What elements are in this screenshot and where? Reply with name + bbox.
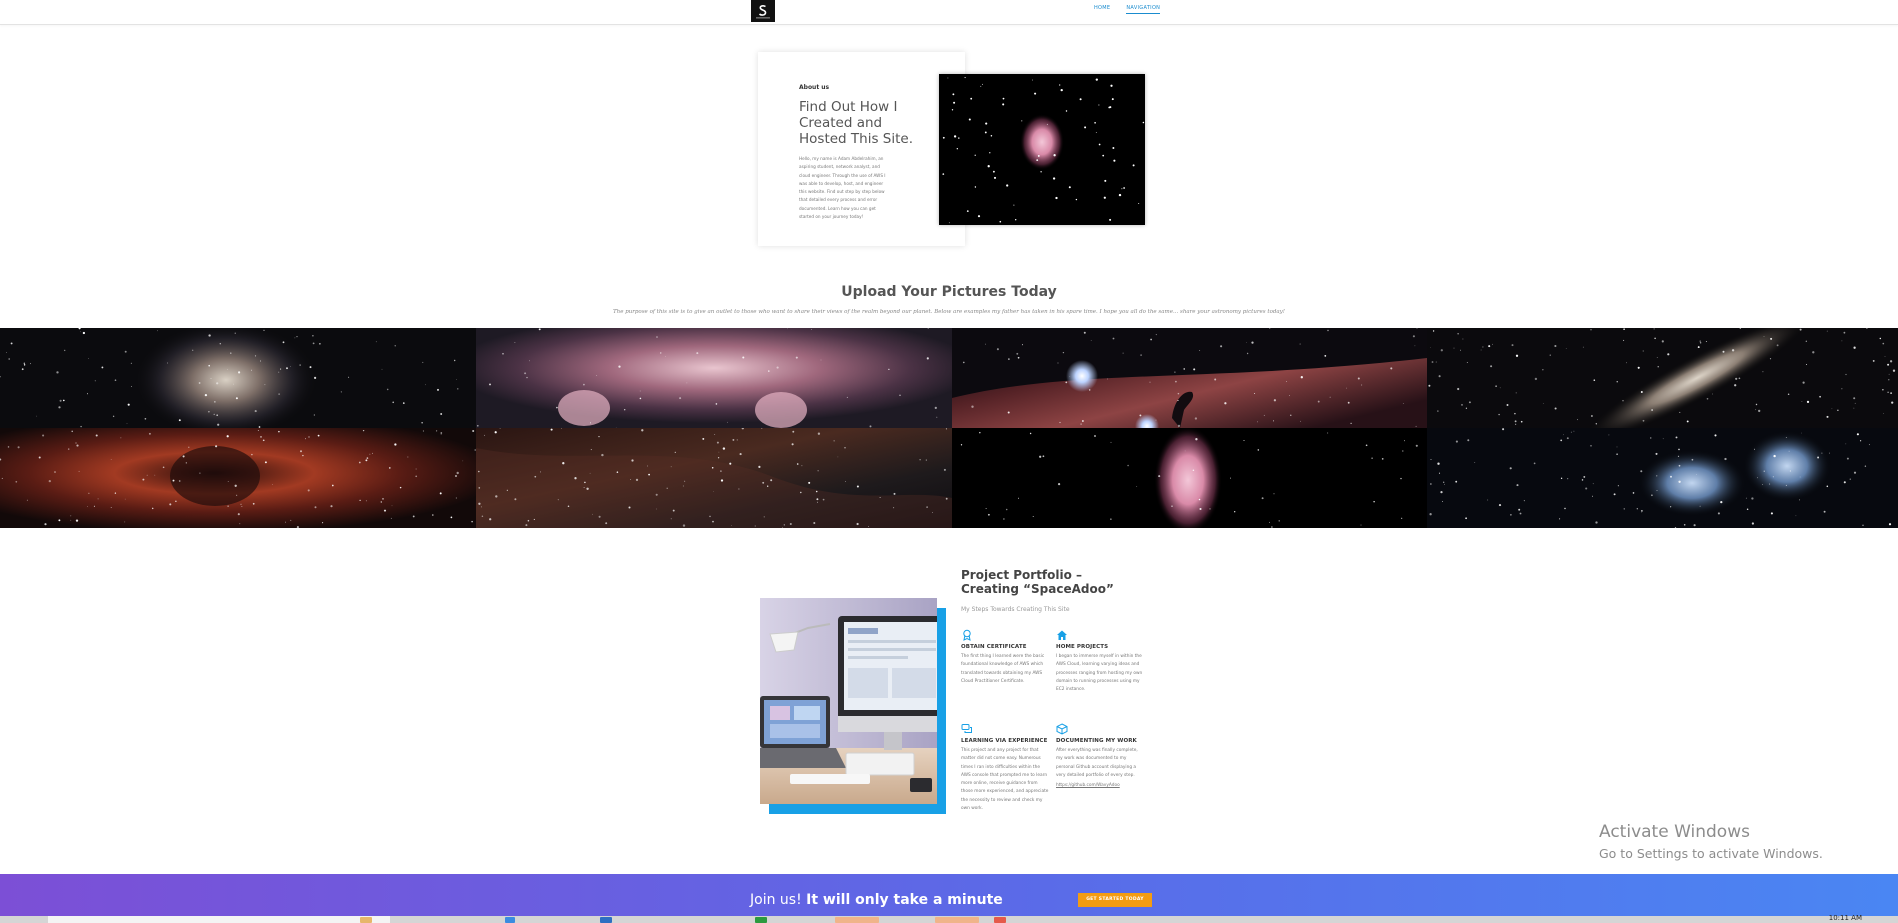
feature-home-projects: HOME PROJECTS I began to immerse myself … <box>1056 629 1144 694</box>
taskbar-app-icon[interactable] <box>505 917 515 923</box>
gallery-photo-horsehead[interactable] <box>952 328 1427 428</box>
portfolio-desk-image <box>760 598 937 804</box>
taskbar-search-field[interactable] <box>48 916 390 923</box>
feature-title: OBTAIN CERTIFICATE <box>961 644 1027 650</box>
feature-text: The first thing I learned were the basic… <box>961 654 1045 684</box>
about-card: About us Find Out How I Created and Host… <box>758 52 965 246</box>
cube-icon <box>1056 723 1068 735</box>
main-nav: HOME NAVIGATION <box>1094 5 1161 14</box>
feature-obtain-certificate: OBTAIN CERTIFICATE The first thing I lea… <box>961 629 1049 686</box>
gallery-photo-andromeda[interactable] <box>1427 328 1898 428</box>
upload-title: Upload Your Pictures Today <box>841 284 1057 300</box>
taskbar-app-icon[interactable] <box>935 917 979 923</box>
feature-title: LEARNING VIA EXPERIENCE <box>961 738 1048 744</box>
watermark-subtitle: Go to Settings to activate Windows. <box>1599 846 1823 861</box>
cta-text: Join us! It will only take a minute <box>750 892 1003 908</box>
github-link[interactable]: https://github.com/WavyAdoo <box>1056 783 1144 788</box>
feature-text: After everything was finally complete, m… <box>1056 748 1138 778</box>
about-text: Hello, my name is Adam Abdelrahim, an as… <box>799 156 886 220</box>
join-cta-band: Join us! It will only take a minute GET … <box>0 874 1898 916</box>
taskbar-app-icon[interactable] <box>600 917 612 923</box>
gallery-photo-blue-reflection[interactable] <box>1427 428 1898 528</box>
spaceadoo-logo-icon <box>751 0 775 22</box>
activate-windows-watermark: Activate Windows Go to Settings to activ… <box>1599 822 1823 861</box>
cta-lead: Join us! <box>750 892 807 908</box>
about-title: Find Out How I Created and Hosted This S… <box>799 99 913 147</box>
feature-documenting-my-work: DOCUMENTING MY WORK After everything was… <box>1056 723 1144 788</box>
about-nebula-image <box>939 74 1145 225</box>
nav-navigation-link[interactable]: NAVIGATION <box>1126 5 1161 14</box>
gallery-photo-galaxy[interactable] <box>0 328 476 428</box>
feature-title: HOME PROJECTS <box>1056 644 1109 650</box>
taskbar-app-icon[interactable] <box>360 917 372 923</box>
upload-subtitle: The purpose of this site is to give an o… <box>613 309 1285 315</box>
about-label: About us <box>799 84 830 91</box>
astronomy-gallery <box>0 328 1898 528</box>
award-icon <box>963 629 971 641</box>
feature-text: I began to immerse myself in within the … <box>1056 654 1143 693</box>
chat-icon <box>961 724 972 733</box>
portfolio-subtitle: My Steps Towards Creating This Site <box>961 606 1070 613</box>
feature-learning-via-experience: LEARNING VIA EXPERIENCE This project and… <box>961 723 1049 813</box>
gallery-photo-rosette[interactable] <box>0 428 476 528</box>
site-logo[interactable] <box>751 0 775 22</box>
cta-bold: It will only take a minute <box>806 892 1003 908</box>
feature-text: This project and any project for that ma… <box>961 748 1049 812</box>
watermark-title: Activate Windows <box>1599 822 1750 842</box>
get-started-button[interactable]: GET STARTED TODAY <box>1078 893 1152 907</box>
taskbar-app-icon[interactable] <box>994 917 1006 923</box>
taskbar-clock: 10:11 AM <box>1828 914 1862 922</box>
windows-taskbar: 10:11 AM <box>0 914 1898 923</box>
portfolio-title: Project Portfolio – Creating “SpaceAdoo” <box>961 568 1114 596</box>
feature-title: DOCUMENTING MY WORK <box>1056 738 1137 744</box>
top-navbar: HOME NAVIGATION <box>0 0 1898 25</box>
taskbar-app-icon[interactable] <box>835 917 879 923</box>
gallery-photo-dark-nebula[interactable] <box>476 428 952 528</box>
nav-home-link[interactable]: HOME <box>1094 5 1110 14</box>
gallery-photo-orion[interactable] <box>476 328 952 428</box>
taskbar-app-icon[interactable] <box>755 917 767 923</box>
home-icon <box>1057 630 1067 640</box>
gallery-photo-pink-nebula[interactable] <box>952 428 1427 528</box>
